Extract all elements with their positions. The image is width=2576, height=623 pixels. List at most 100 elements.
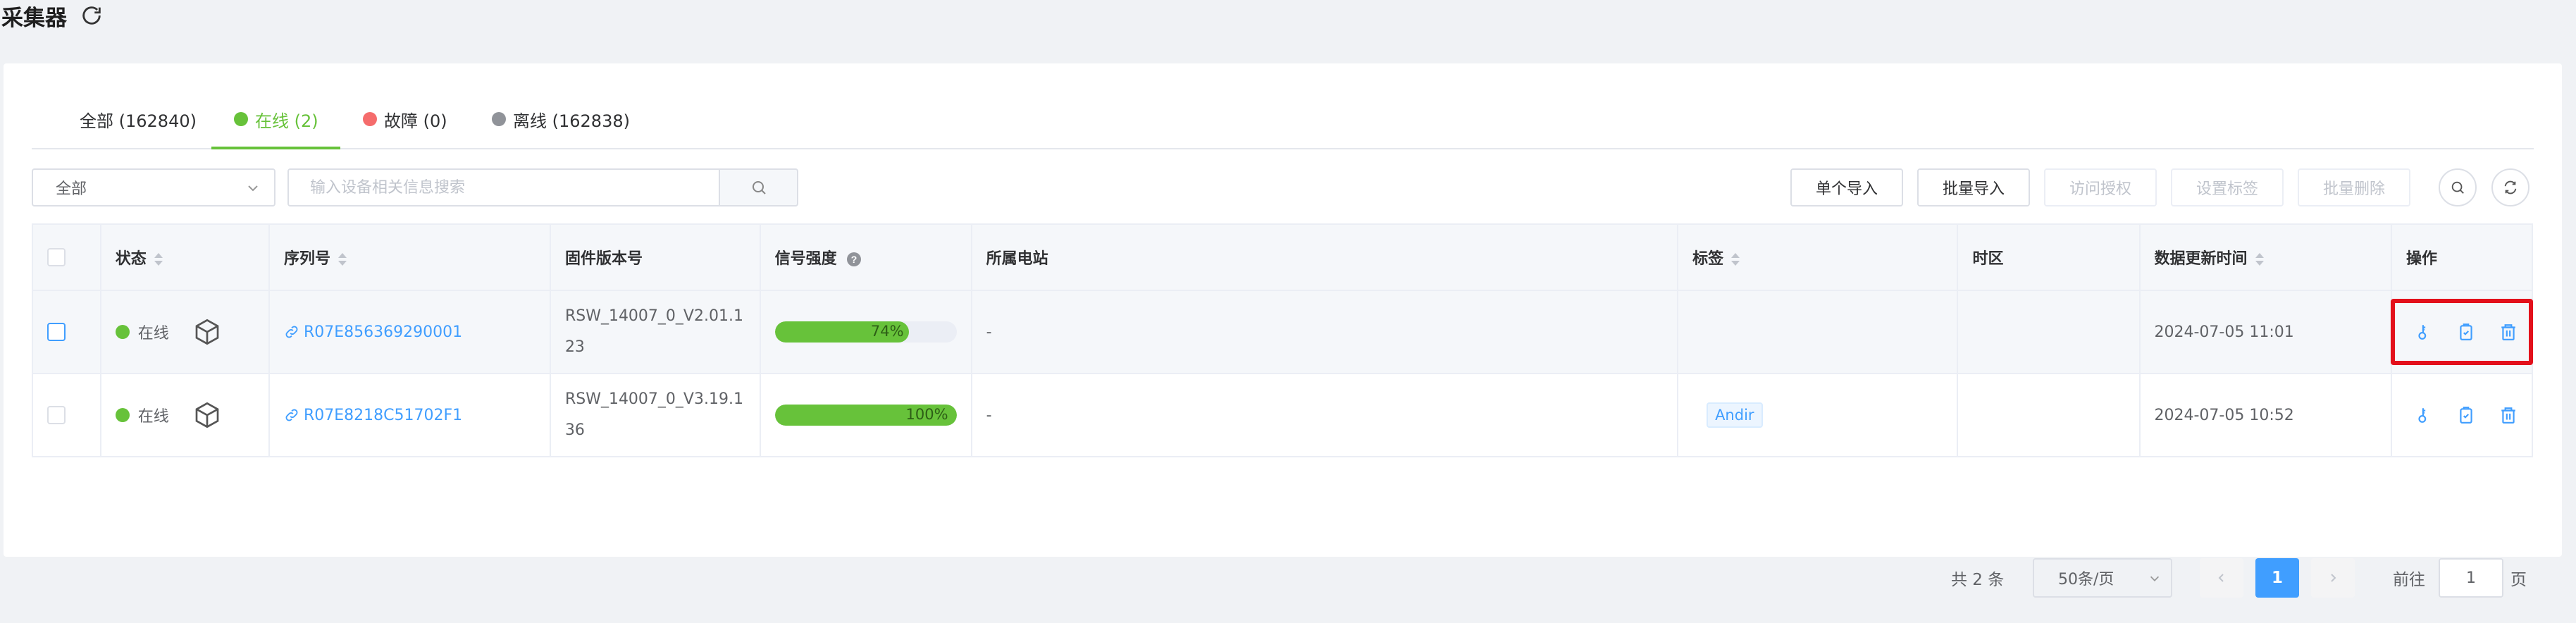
online-dot-icon	[115, 408, 130, 422]
refresh-icon[interactable]	[80, 4, 104, 27]
collector-panel: 全部 (162840) 在线 (2) 故障 (0) 离线 (162838) 全部…	[4, 63, 2562, 598]
link-icon	[285, 409, 298, 421]
status-text: 在线	[137, 325, 169, 343]
search-icon	[2451, 181, 2464, 194]
status-text: 在线	[137, 408, 169, 426]
trash-icon[interactable]	[2499, 406, 2518, 424]
tab-label: 在线 (2)	[255, 111, 318, 131]
prev-page-button[interactable]	[2200, 558, 2243, 598]
search-icon	[752, 181, 766, 195]
header-signal: 信号强度 ?	[760, 224, 972, 291]
row-select-cell	[32, 290, 101, 374]
row-checkbox[interactable]	[47, 406, 66, 424]
station-cell: -	[971, 374, 1679, 457]
header-serial[interactable]: 序列号	[269, 224, 551, 291]
table-row: 在线 R07E8218C51702F1 RSW_14007_0_V3.19.13…	[32, 374, 2534, 457]
search-button[interactable]	[719, 168, 798, 206]
link-icon	[285, 326, 298, 338]
header-station: 所属电站	[971, 224, 1679, 291]
sort-icon[interactable]	[154, 252, 163, 267]
firmware-cell: RSW_14007_0_V2.01.123	[550, 290, 761, 374]
actions-highlight-box	[2391, 299, 2533, 365]
tab-all[interactable]: 全部 (162840)	[80, 90, 197, 148]
status-cell: 在线	[100, 290, 271, 374]
page-size-select[interactable]: 50条/页	[2033, 558, 2172, 598]
access-auth-button[interactable]: 访问授权	[2044, 168, 2157, 206]
tab-label: 全部 (162840)	[80, 111, 197, 131]
updated-cell: 2024-07-05 10:52	[2139, 374, 2392, 457]
page-header: 采集器	[0, 0, 104, 31]
timezone-cell	[1957, 290, 2141, 374]
status-cell: 在线	[100, 374, 271, 457]
tag-badge: Andir	[1707, 402, 1763, 428]
collector-table: 状态 序列号 固件版本号 信号强度 ? 所属电站 标签 时区 数据更新时间 操作…	[32, 223, 2534, 457]
help-icon[interactable]: ?	[846, 252, 862, 267]
refresh-button[interactable]	[2491, 168, 2529, 206]
tag-cell	[1678, 290, 1959, 374]
fault-dot-icon	[363, 112, 377, 126]
tab-label: 故障 (0)	[384, 111, 447, 131]
serial-cell[interactable]: R07E856369290001	[269, 290, 551, 374]
chevron-left-icon	[2218, 574, 2224, 582]
status-filter-select[interactable]: 全部	[32, 168, 275, 206]
search-toggle-button[interactable]	[2439, 168, 2477, 206]
status-tabs: 全部 (162840) 在线 (2) 故障 (0) 离线 (162838)	[32, 90, 2534, 149]
sort-icon[interactable]	[1730, 252, 1740, 267]
tab-online[interactable]: 在线 (2)	[234, 90, 318, 148]
select-all-cell	[32, 224, 101, 291]
clipboard-icon[interactable]	[2457, 406, 2475, 424]
tab-offline[interactable]: 离线 (162838)	[492, 90, 630, 148]
online-dot-icon	[115, 325, 130, 339]
cube-icon[interactable]	[193, 401, 221, 429]
filter-value: 全部	[56, 180, 87, 198]
header-tags[interactable]: 标签	[1678, 224, 1959, 291]
row-select-cell	[32, 374, 101, 457]
svg-text:?: ?	[851, 254, 857, 265]
active-tab-indicator	[211, 147, 340, 149]
key-icon[interactable]	[2415, 406, 2433, 424]
actions-cell	[2391, 374, 2534, 457]
signal-percent: 100%	[905, 406, 948, 423]
online-dot-icon	[234, 112, 248, 126]
header-status[interactable]: 状态	[100, 224, 271, 291]
batch-delete-button[interactable]: 批量删除	[2298, 168, 2410, 206]
station-cell: -	[971, 290, 1679, 374]
signal-bar: 74%	[774, 321, 957, 343]
batch-import-button[interactable]: 批量导入	[1917, 168, 2030, 206]
page-number-button[interactable]: 1	[2255, 558, 2299, 598]
chevron-down-icon	[2150, 576, 2160, 581]
tab-fault[interactable]: 故障 (0)	[363, 90, 447, 148]
cube-icon[interactable]	[193, 318, 221, 346]
sort-icon[interactable]	[2255, 252, 2265, 267]
serial-link[interactable]: R07E856369290001	[304, 323, 462, 341]
page-size-value: 50条/页	[2058, 571, 2114, 588]
table-header-row: 状态 序列号 固件版本号 信号强度 ? 所属电站 标签 时区 数据更新时间 操作	[32, 224, 2534, 291]
signal-percent: 74%	[870, 323, 904, 340]
header-timezone: 时区	[1957, 224, 2141, 291]
pagination-total: 共 2 条	[1951, 571, 2005, 589]
serial-link[interactable]: R07E8218C51702F1	[304, 407, 462, 424]
timezone-cell	[1957, 374, 2141, 457]
updated-cell: 2024-07-05 11:01	[2139, 290, 2392, 374]
firmware-cell: RSW_14007_0_V3.19.136	[550, 374, 761, 457]
sort-icon[interactable]	[338, 252, 347, 267]
goto-page-input[interactable]	[2439, 558, 2503, 598]
header-firmware: 固件版本号	[550, 224, 761, 291]
table-row: 在线 R07E856369290001 RSW_14007_0_V2.01.12…	[32, 290, 2534, 374]
search-input[interactable]	[287, 168, 720, 206]
offline-dot-icon	[492, 112, 506, 126]
signal-cell: 100%	[760, 374, 972, 457]
chevron-down-icon	[248, 185, 258, 192]
set-tags-button[interactable]: 设置标签	[2171, 168, 2284, 206]
row-checkbox[interactable]	[47, 323, 66, 341]
chevron-right-icon	[2331, 574, 2336, 582]
single-import-button[interactable]: 单个导入	[1790, 168, 1903, 206]
header-actions: 操作	[2391, 224, 2534, 291]
serial-cell[interactable]: R07E8218C51702F1	[269, 374, 551, 457]
signal-cell: 74%	[760, 290, 972, 374]
header-updated[interactable]: 数据更新时间	[2139, 224, 2392, 291]
select-all-checkbox[interactable]	[47, 248, 66, 266]
refresh-icon	[2504, 180, 2517, 195]
goto-label: 前往	[2393, 571, 2425, 589]
next-page-button[interactable]	[2311, 558, 2355, 598]
